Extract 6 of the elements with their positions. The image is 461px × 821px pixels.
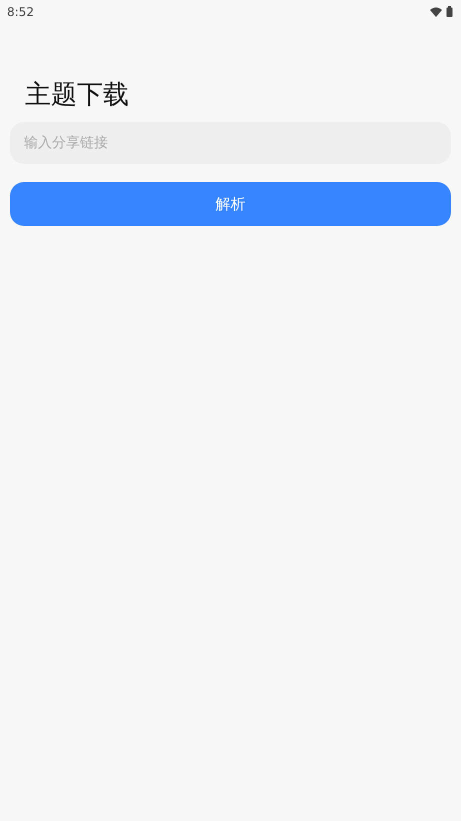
- battery-icon: [446, 6, 453, 17]
- link-input-field[interactable]: 输入分享链接: [10, 122, 451, 164]
- parse-button[interactable]: 解析: [10, 182, 451, 226]
- page-title: 主题下载: [25, 79, 130, 112]
- wifi-icon: [430, 6, 442, 16]
- status-time: 8:52: [7, 4, 34, 18]
